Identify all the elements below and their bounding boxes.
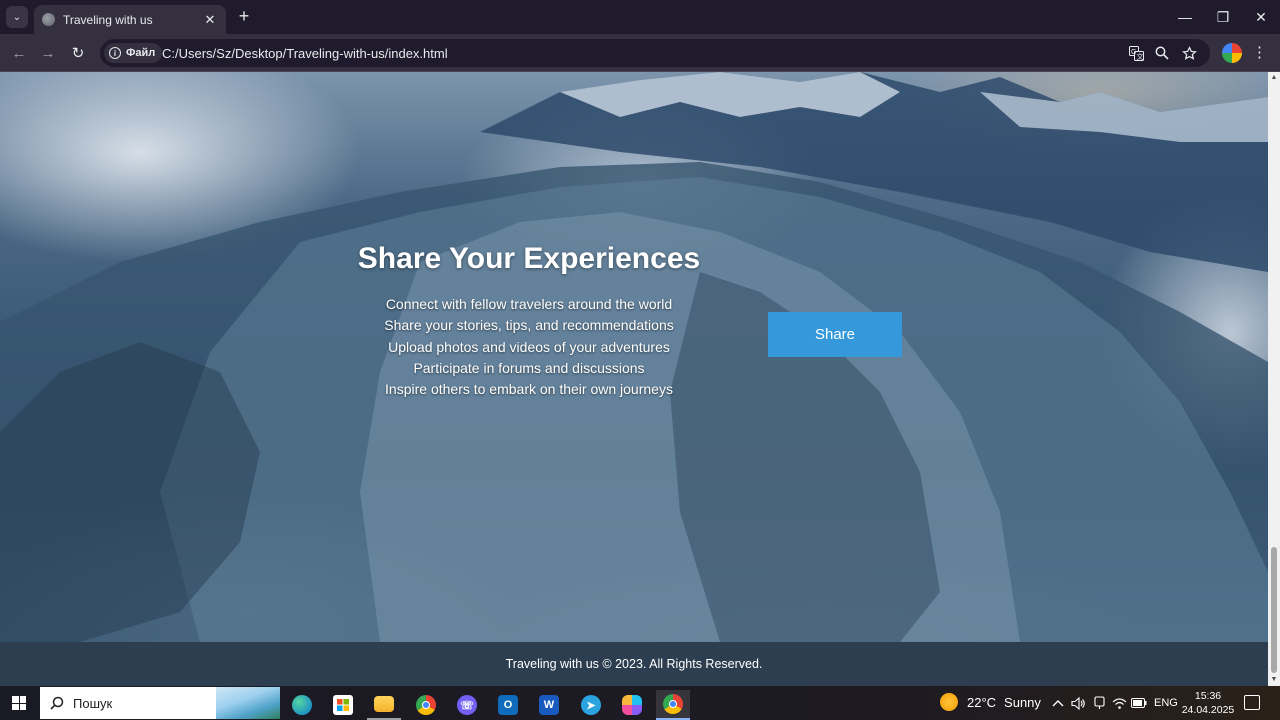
- browser-tabstrip: ⌄ Traveling with us ✕ + — ❐ ✕: [0, 0, 1280, 34]
- back-button[interactable]: ←: [8, 42, 30, 64]
- telegram-icon[interactable]: ➤: [574, 690, 608, 720]
- device-icon[interactable]: [1091, 695, 1107, 711]
- info-icon: i: [109, 47, 121, 59]
- copilot-icon[interactable]: [615, 690, 649, 720]
- start-button[interactable]: [8, 694, 30, 712]
- translate-icon[interactable]: G文: [1127, 44, 1145, 62]
- feature-item: Inspire others to embark on their own jo…: [385, 381, 673, 398]
- weather-condition: Sunny: [1004, 694, 1041, 710]
- browser-menu-button[interactable]: ⋮: [1252, 42, 1267, 64]
- chrome-icon[interactable]: [409, 690, 443, 720]
- taskbar-search[interactable]: Пошук: [40, 687, 280, 719]
- wifi-icon[interactable]: [1111, 695, 1127, 711]
- page-scrollbar[interactable]: ▲ ▼: [1268, 72, 1280, 686]
- new-tab-button[interactable]: +: [234, 6, 254, 26]
- clock-time: 15:36: [1194, 690, 1222, 702]
- taskbar: Пошук ☏ O W ➤ 22°C Sunny ENG 15:36 24.04…: [0, 686, 1280, 720]
- viber-icon[interactable]: ☏: [450, 690, 484, 720]
- store-icon[interactable]: [326, 690, 360, 720]
- forward-button[interactable]: →: [37, 42, 59, 64]
- site-info-chip[interactable]: i Файл: [104, 43, 163, 63]
- clock-date: 24.04.2025: [1181, 704, 1235, 716]
- browser-toolbar: ← → ↻ i Файл C:/Users/Sz/Desktop/Traveli…: [0, 34, 1280, 72]
- minimize-button[interactable]: —: [1166, 0, 1204, 34]
- svg-text:文: 文: [1136, 52, 1143, 61]
- share-button[interactable]: Share: [768, 312, 902, 357]
- footer-copyright: Traveling with us © 2023. All Rights Res…: [505, 657, 763, 671]
- hero-section: Share Your Experiences Connect with fell…: [0, 72, 1268, 642]
- reload-button[interactable]: ↻: [67, 42, 89, 64]
- page-viewport: Share Your Experiences Connect with fell…: [0, 72, 1268, 686]
- scroll-up-icon[interactable]: ▲: [1268, 72, 1280, 84]
- battery-icon[interactable]: [1131, 695, 1147, 711]
- edge-icon[interactable]: [285, 690, 319, 720]
- url-text[interactable]: C:/Users/Sz/Desktop/Traveling-with-us/in…: [162, 46, 448, 61]
- volume-icon[interactable]: [1070, 695, 1086, 711]
- scrollbar-thumb[interactable]: [1271, 547, 1277, 673]
- profile-avatar[interactable]: [1222, 43, 1242, 63]
- site-info-label: Файл: [126, 47, 156, 59]
- globe-icon: [42, 13, 55, 26]
- windows-logo-icon: [12, 696, 26, 710]
- hero-title: Share Your Experiences: [357, 242, 701, 275]
- tray-chevron-up-icon[interactable]: [1050, 695, 1066, 711]
- search-icon: [50, 696, 64, 710]
- feature-item: Upload photos and videos of your adventu…: [388, 338, 670, 355]
- sun-icon: [940, 693, 958, 711]
- outlook-icon[interactable]: O: [491, 690, 525, 720]
- system-clock[interactable]: 15:36 24.04.2025: [1180, 689, 1236, 717]
- scroll-down-icon[interactable]: ▼: [1268, 674, 1280, 686]
- tab-title: Traveling with us: [63, 12, 153, 27]
- chrome-icon[interactable]: [656, 690, 690, 720]
- maximize-button[interactable]: ❐: [1204, 0, 1242, 34]
- feature-item: Connect with fellow travelers around the…: [385, 296, 673, 312]
- hero-content: Share Your Experiences Connect with fell…: [0, 72, 1268, 642]
- address-bar[interactable]: i Файл C:/Users/Sz/Desktop/Traveling-wit…: [100, 39, 1210, 67]
- close-window-button[interactable]: ✕: [1242, 0, 1280, 34]
- weather-temperature: 22°C: [967, 694, 997, 710]
- feature-item: Participate in forums and discussions: [413, 359, 645, 376]
- feature-list: Connect with fellow travelers around the…: [318, 294, 740, 400]
- tab-close-icon[interactable]: ✕: [202, 12, 218, 28]
- search-highlight-image: [216, 687, 280, 719]
- tab-list-button[interactable]: ⌄: [6, 6, 28, 28]
- notification-center-icon[interactable]: [1244, 695, 1260, 710]
- chevron-down-icon: ⌄: [12, 11, 22, 23]
- word-icon[interactable]: W: [532, 690, 566, 720]
- weather-widget[interactable]: 22°C Sunny: [940, 693, 1041, 711]
- feature-item: Share your stories, tips, and recommenda…: [384, 317, 674, 334]
- language-indicator[interactable]: ENG: [1154, 697, 1178, 709]
- browser-tab[interactable]: Traveling with us ✕: [34, 5, 226, 34]
- zoom-icon[interactable]: [1153, 44, 1171, 62]
- bookmark-star-icon[interactable]: [1180, 44, 1198, 62]
- file-explorer-icon[interactable]: [367, 690, 401, 720]
- page-footer: Traveling with us © 2023. All Rights Res…: [0, 642, 1268, 686]
